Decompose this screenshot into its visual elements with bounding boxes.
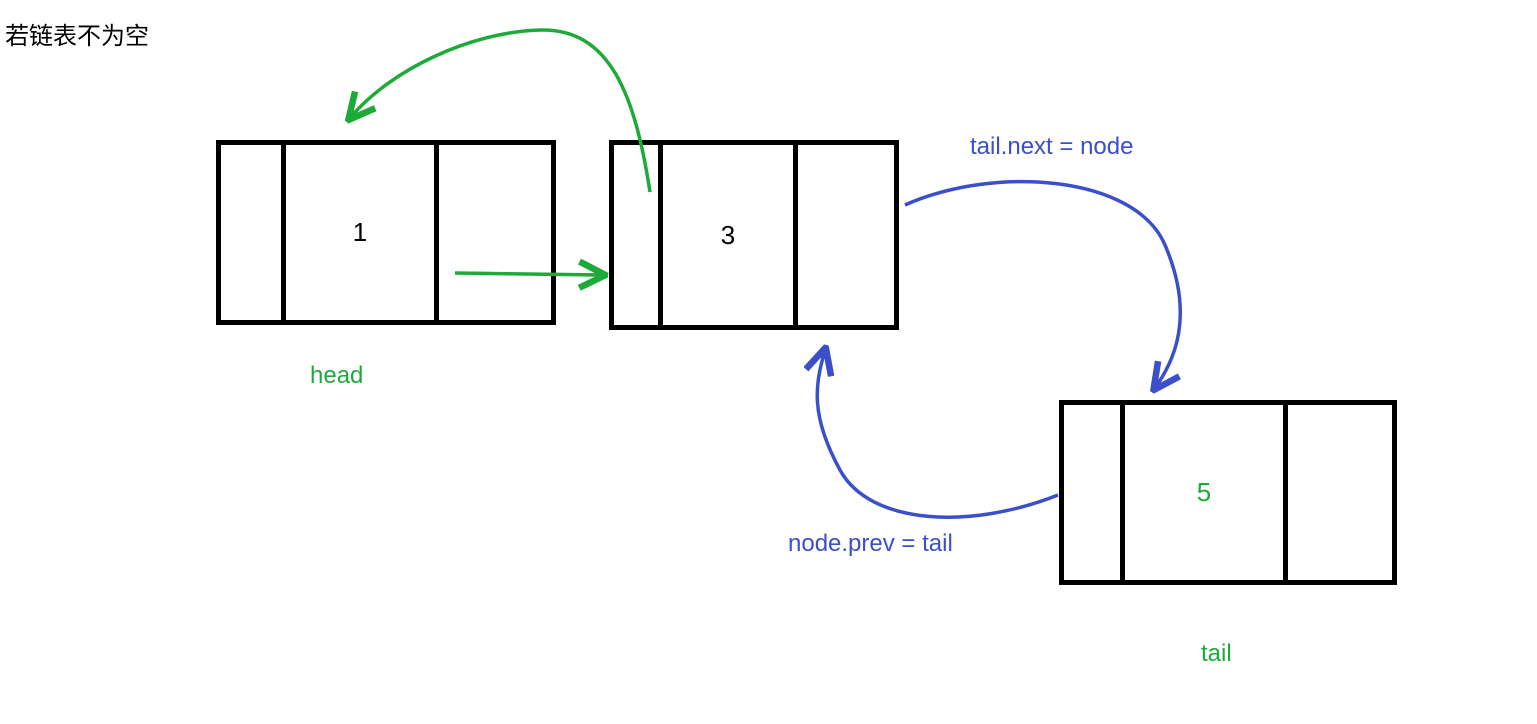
node-1-prev-cell	[221, 145, 286, 320]
node-1-next-cell	[439, 145, 551, 320]
linked-list-node-3: 5	[1059, 400, 1397, 585]
linked-list-node-2: 3	[609, 140, 899, 330]
arrows-overlay	[0, 0, 1537, 724]
tail-label: tail	[1201, 640, 1232, 668]
node-3-prev-cell	[1064, 405, 1125, 580]
node-3-next-cell	[1288, 405, 1392, 580]
node-2-next-cell	[798, 145, 894, 325]
arrow-node-prev-to-tail	[817, 350, 1058, 517]
node-2-value-cell: 3	[663, 145, 798, 325]
tail-next-label: tail.next = node	[970, 133, 1133, 161]
head-label: head	[310, 362, 363, 390]
node-prev-label: node.prev = tail	[788, 530, 953, 558]
linked-list-node-1: 1	[216, 140, 556, 325]
node-2-prev-cell	[614, 145, 663, 325]
node-3-value-cell: 5	[1125, 405, 1288, 580]
diagram-title: 若链表不为空	[5, 16, 149, 51]
node-1-value-cell: 1	[286, 145, 439, 320]
arrow-tail-next-to-node	[905, 182, 1180, 388]
